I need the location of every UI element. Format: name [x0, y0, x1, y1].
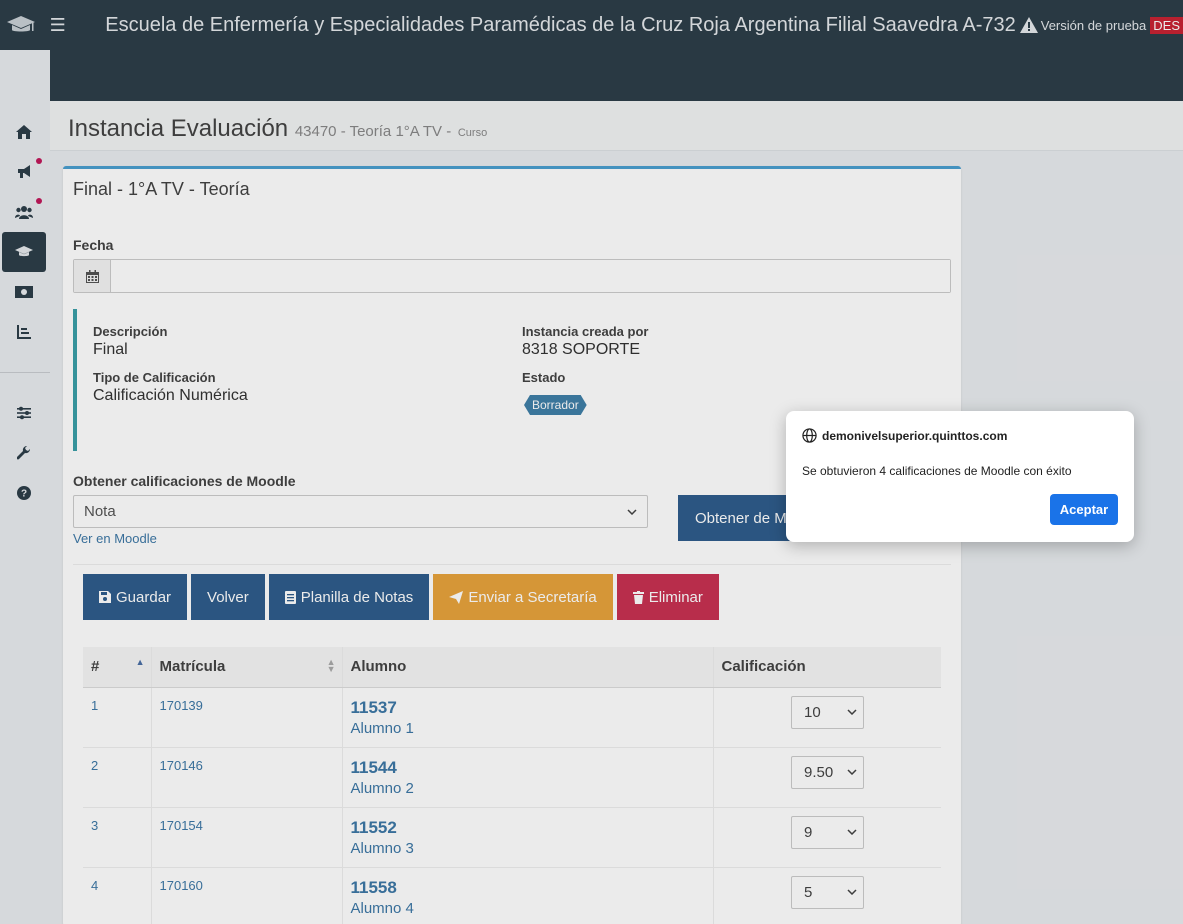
alert-dialog: demonivelsuperior.quinttos.com Se obtuvi… [786, 411, 1134, 542]
dialog-origin-text: demonivelsuperior.quinttos.com [822, 428, 1008, 443]
globe-icon [802, 428, 817, 443]
dialog-message: Se obtuvieron 4 calificaciones de Moodle… [802, 464, 1072, 478]
dialog-origin: demonivelsuperior.quinttos.com [802, 428, 1007, 443]
accept-button[interactable]: Aceptar [1050, 494, 1118, 525]
